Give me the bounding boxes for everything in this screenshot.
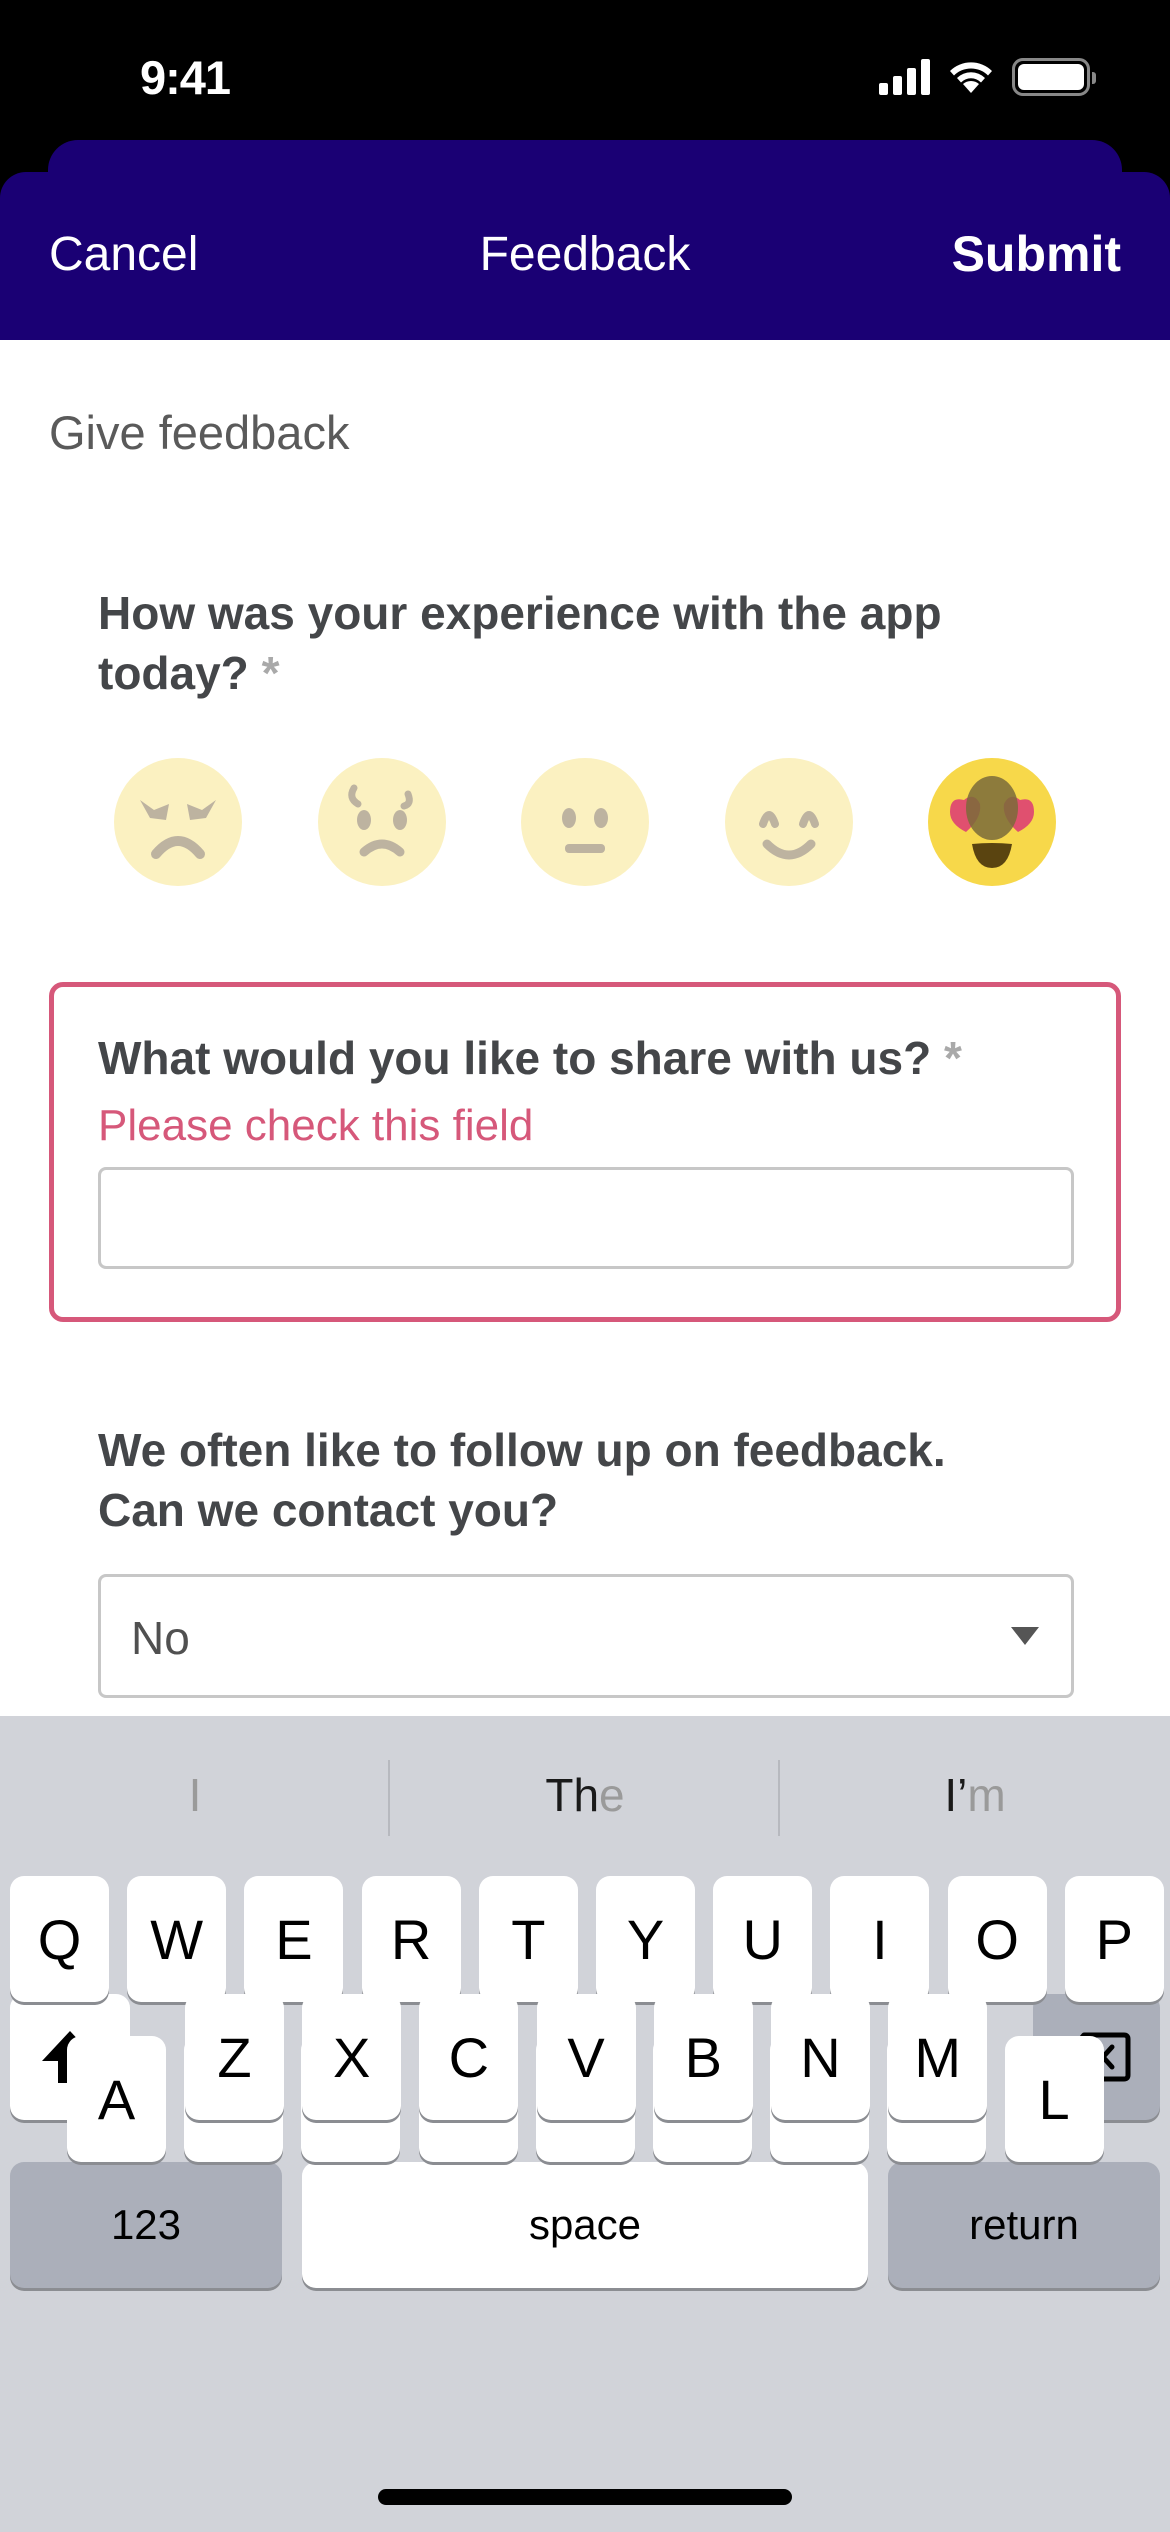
rating-option-3[interactable] — [521, 758, 649, 886]
return-key[interactable]: return — [888, 2162, 1160, 2288]
rating-option-5[interactable] — [928, 758, 1056, 886]
numbers-key[interactable]: 123 — [10, 2162, 282, 2288]
key-letter[interactable]: B — [653, 1994, 753, 2120]
rating-option-2[interactable] — [317, 758, 446, 886]
key-letter[interactable]: P — [1064, 1876, 1164, 2002]
cellular-signal-icon — [879, 59, 930, 95]
prediction-2[interactable]: The — [390, 1768, 780, 1822]
key-letter[interactable]: R — [361, 1876, 461, 2002]
question-text-line-1: We often like to follow up on feedback. — [98, 1424, 946, 1476]
prediction-typed: Th — [545, 1769, 600, 1821]
key-letter[interactable]: Y — [596, 1876, 695, 2002]
contact-question-label: We often like to follow up on feedback. … — [98, 1420, 1098, 1540]
smiling-face-icon — [758, 811, 819, 860]
key-letter[interactable]: V — [536, 1994, 636, 2120]
key-letter[interactable]: Z — [185, 1994, 284, 2120]
key-letter[interactable]: N — [771, 1994, 870, 2120]
angry-face-icon — [140, 800, 216, 859]
key-letter[interactable]: W — [127, 1876, 227, 2002]
validation-error: Please check this field — [98, 1101, 534, 1150]
worried-face-icon — [347, 784, 413, 857]
heart-eyes-face-icon — [950, 776, 1034, 868]
share-question-card: What would you like to share with us? * … — [49, 982, 1121, 1322]
predictive-text-bar: I The I’m — [0, 1716, 1170, 1876]
battery-icon — [1012, 58, 1096, 96]
prediction-1[interactable]: I — [0, 1768, 390, 1822]
prediction-3[interactable]: I’m — [780, 1768, 1170, 1822]
rating-option-1[interactable] — [114, 758, 242, 886]
caret-down-icon — [1011, 1627, 1039, 1645]
key-letter[interactable]: X — [302, 1994, 402, 2120]
prediction-rest: m — [967, 1769, 1006, 1821]
prediction-typed: I’ — [944, 1769, 968, 1821]
neutral-face-icon — [562, 808, 608, 853]
navbar: Cancel Feedback Submit — [0, 172, 1170, 340]
key-letter[interactable]: E — [244, 1876, 344, 2002]
feedback-text-input[interactable] — [98, 1167, 1074, 1269]
key-letter[interactable]: T — [478, 1876, 578, 2002]
status-bar: 9:41 — [0, 0, 1170, 140]
key-letter[interactable]: A — [67, 2036, 166, 2162]
share-question-label: What would you like to share with us? * — [98, 1031, 962, 1085]
question-text: How was your experience with the app tod… — [98, 587, 942, 699]
required-marker: * — [261, 647, 280, 699]
rating-row — [114, 758, 1056, 886]
feedback-form: Give feedback How was your experience wi… — [0, 340, 1170, 1716]
status-icons — [879, 58, 1096, 96]
required-marker: * — [943, 1032, 962, 1084]
home-indicator — [378, 2489, 792, 2505]
keyboard: I The I’m 123 space return QWERTYUIOPASD… — [0, 1716, 1170, 2532]
space-key[interactable]: space — [302, 2162, 868, 2288]
key-letter[interactable]: Q — [10, 1876, 109, 2002]
key-letter[interactable]: I — [830, 1876, 930, 2002]
rating-option-4[interactable] — [724, 758, 853, 886]
wifi-icon — [950, 62, 992, 93]
section-title: Give feedback — [49, 406, 350, 459]
question-text: What would you like to share with us? — [98, 1032, 932, 1084]
contact-select[interactable]: No — [98, 1574, 1074, 1698]
selected-value: No — [131, 1612, 190, 1664]
key-letter[interactable]: L — [1004, 2036, 1104, 2162]
submit-button[interactable]: Submit — [952, 225, 1121, 283]
prediction-rest: e — [599, 1769, 625, 1821]
key-letter[interactable]: M — [888, 1994, 988, 2120]
prediction-text: I — [188, 1769, 202, 1821]
status-time: 9:41 — [140, 51, 231, 104]
key-letter[interactable]: U — [713, 1876, 813, 2002]
question-text-line-2: Can we contact you? — [98, 1484, 559, 1536]
key-letter[interactable]: O — [947, 1876, 1047, 2002]
key-letter[interactable]: C — [419, 1994, 519, 2120]
experience-question-label: How was your experience with the app tod… — [98, 583, 998, 703]
